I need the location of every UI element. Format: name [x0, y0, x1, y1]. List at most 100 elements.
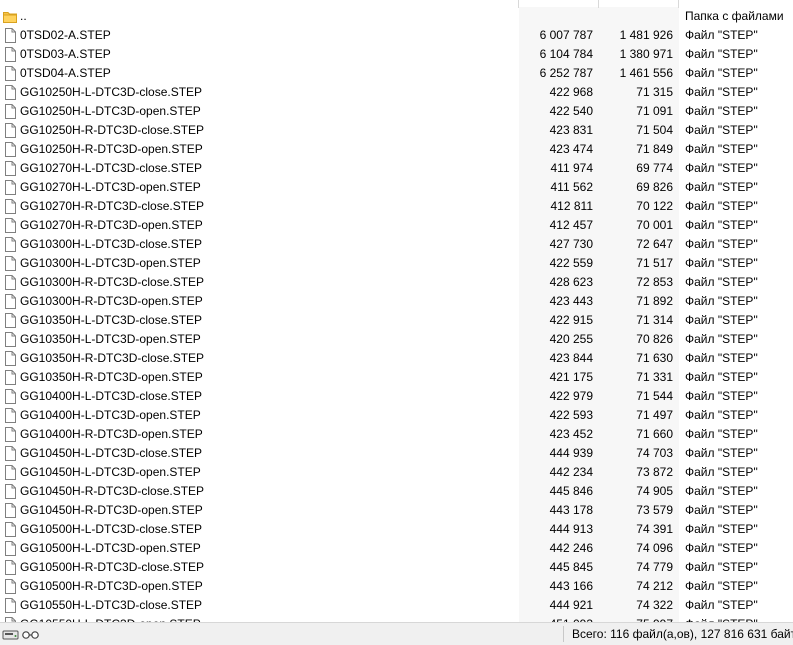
- file-packed-size: 71 331: [636, 370, 673, 384]
- file-name: GG10270H-L-DTC3D-close.STEP: [20, 161, 203, 175]
- file-packed-size: 71 630: [636, 351, 673, 365]
- file-type: Файл "STEP": [685, 66, 758, 80]
- file-name: GG10400H-L-DTC3D-close.STEP: [20, 389, 203, 403]
- file-type: Файл "STEP": [685, 446, 758, 460]
- file-name: GG10300H-L-DTC3D-close.STEP: [20, 237, 203, 251]
- file-icon: [5, 294, 16, 309]
- file-size: 443 178: [549, 503, 593, 517]
- file-type: Файл "STEP": [685, 427, 758, 441]
- file-type: Файл "STEP": [685, 370, 758, 384]
- file-type: Файл "STEP": [685, 598, 758, 612]
- file-row[interactable]: 0TSD02-A.STEP 6 007 787 1 481 926 Файл "STE…: [0, 26, 793, 45]
- file-row[interactable]: GG10350H-R-DTC3D-open.STEP 421 175 71 331 Ф…: [0, 368, 793, 387]
- file-row[interactable]: GG10270H-R-DTC3D-close.STEP 412 811 70 122…: [0, 197, 793, 216]
- file-row[interactable]: GG10550H-L-DTC3D-open.STEP 451 093 75 997 Ф…: [0, 615, 793, 622]
- file-name: GG10300H-L-DTC3D-open.STEP: [20, 256, 201, 270]
- file-row[interactable]: GG10500H-L-DTC3D-open.STEP 442 246 74 096 Ф…: [0, 539, 793, 558]
- file-row[interactable]: GG10270H-L-DTC3D-close.STEP 411 974 69 774…: [0, 159, 793, 178]
- file-row[interactable]: GG10450H-L-DTC3D-open.STEP 442 234 73 872 Ф…: [0, 463, 793, 482]
- file-name: GG10350H-R-DTC3D-close.STEP: [20, 351, 205, 365]
- file-type: Файл "STEP": [685, 142, 758, 156]
- file-type: Файл "STEP": [685, 351, 758, 365]
- file-row[interactable]: GG10270H-R-DTC3D-open.STEP 412 457 70 001 Ф…: [0, 216, 793, 235]
- file-name: GG10300H-R-DTC3D-open.STEP: [20, 294, 203, 308]
- file-packed-size: 71 660: [636, 427, 673, 441]
- file-packed-size: 71 315: [636, 85, 673, 99]
- file-size: 445 845: [549, 560, 593, 574]
- file-name: 0TSD04-A.STEP: [20, 66, 111, 80]
- file-icon: [5, 66, 16, 81]
- file-packed-size: 70 122: [636, 199, 673, 213]
- status-separator: [563, 626, 564, 642]
- file-row[interactable]: GG10300H-L-DTC3D-open.STEP 422 559 71 517 Ф…: [0, 254, 793, 273]
- file-row[interactable]: GG10350H-L-DTC3D-open.STEP 420 255 70 826 Ф…: [0, 330, 793, 349]
- file-size: 444 913: [549, 522, 593, 536]
- file-row[interactable]: GG10400H-L-DTC3D-open.STEP 422 593 71 497 Ф…: [0, 406, 793, 425]
- file-row[interactable]: GG10250H-R-DTC3D-open.STEP 423 474 71 849 Ф…: [0, 140, 793, 159]
- file-type: Файл "STEP": [685, 465, 758, 479]
- file-row[interactable]: GG10450H-R-DTC3D-open.STEP 443 178 73 579 Ф…: [0, 501, 793, 520]
- file-size: 444 921: [549, 598, 593, 612]
- status-summary: Всего: 116 файл(а,ов), 127 816 631 байт: [572, 627, 793, 641]
- file-row[interactable]: GG10500H-R-DTC3D-close.STEP 445 845 74 779…: [0, 558, 793, 577]
- file-size: 427 730: [549, 237, 593, 251]
- file-row[interactable]: GG10300H-R-DTC3D-close.STEP 428 623 72 853…: [0, 273, 793, 292]
- file-packed-size: 71 314: [636, 313, 673, 327]
- file-size: 422 915: [549, 313, 593, 327]
- file-row[interactable]: GG10450H-R-DTC3D-close.STEP 445 846 74 905…: [0, 482, 793, 501]
- file-type: Файл "STEP": [685, 218, 758, 232]
- file-row[interactable]: GG10400H-L-DTC3D-close.STEP 422 979 71 544…: [0, 387, 793, 406]
- file-packed-size: 74 212: [636, 579, 673, 593]
- file-name: GG10500H-R-DTC3D-open.STEP: [20, 579, 203, 593]
- file-packed-size: 71 544: [636, 389, 673, 403]
- file-size: 6 252 787: [539, 66, 593, 80]
- file-packed-size: 71 849: [636, 142, 673, 156]
- glasses-icon[interactable]: [22, 631, 39, 639]
- column-header-strip: [0, 0, 793, 7]
- file-icon: [5, 598, 16, 613]
- file-row[interactable]: GG10400H-R-DTC3D-open.STEP 423 452 71 660 Ф…: [0, 425, 793, 444]
- file-name: GG10270H-R-DTC3D-close.STEP: [20, 199, 205, 213]
- file-icon: [5, 332, 16, 347]
- file-type: Файл "STEP": [685, 237, 758, 251]
- drive-icon[interactable]: [2, 630, 19, 640]
- file-icon: [5, 408, 16, 423]
- file-packed-size: 1 380 971: [619, 47, 673, 61]
- file-row[interactable]: GG10450H-L-DTC3D-close.STEP 444 939 74 703…: [0, 444, 793, 463]
- file-icon: [5, 180, 16, 195]
- file-name: GG10450H-R-DTC3D-open.STEP: [20, 503, 203, 517]
- file-row[interactable]: GG10350H-L-DTC3D-close.STEP 422 915 71 314…: [0, 311, 793, 330]
- file-size: 423 474: [549, 142, 593, 156]
- file-row[interactable]: GG10300H-L-DTC3D-close.STEP 427 730 72 647…: [0, 235, 793, 254]
- file-name: GG10270H-L-DTC3D-open.STEP: [20, 180, 201, 194]
- file-name: GG10250H-R-DTC3D-close.STEP: [20, 123, 205, 137]
- file-row[interactable]: 0TSD04-A.STEP 6 252 787 1 461 556 Файл "STE…: [0, 64, 793, 83]
- file-name: GG10400H-R-DTC3D-open.STEP: [20, 427, 203, 441]
- file-size: 422 593: [549, 408, 593, 422]
- file-icon: [5, 104, 16, 119]
- file-size: 423 831: [549, 123, 593, 137]
- file-size: 412 457: [549, 218, 593, 232]
- file-packed-size: 74 779: [636, 560, 673, 574]
- file-type: Файл "STEP": [685, 484, 758, 498]
- file-row[interactable]: GG10250H-L-DTC3D-open.STEP 422 540 71 091 Ф…: [0, 102, 793, 121]
- file-icon: [5, 28, 16, 43]
- file-row[interactable]: 0TSD03-A.STEP 6 104 784 1 380 971 Файл "STE…: [0, 45, 793, 64]
- file-size: 423 443: [549, 294, 593, 308]
- file-row[interactable]: GG10350H-R-DTC3D-close.STEP 423 844 71 630…: [0, 349, 793, 368]
- parent-directory-row[interactable]: .. Папка с файлами: [0, 7, 793, 26]
- file-type: Файл "STEP": [685, 199, 758, 213]
- file-rows: .. Папка с файлами 0TSD02-A.STEP 6 007 78…: [0, 7, 793, 622]
- file-packed-size: 71 091: [636, 104, 673, 118]
- file-row[interactable]: GG10250H-R-DTC3D-close.STEP 423 831 71 504…: [0, 121, 793, 140]
- file-type: Файл "STEP": [685, 389, 758, 403]
- file-row[interactable]: GG10500H-R-DTC3D-open.STEP 443 166 74 212 Ф…: [0, 577, 793, 596]
- file-row[interactable]: GG10550H-L-DTC3D-close.STEP 444 921 74 322…: [0, 596, 793, 615]
- file-row[interactable]: GG10250H-L-DTC3D-close.STEP 422 968 71 315…: [0, 83, 793, 102]
- file-packed-size: 73 579: [636, 503, 673, 517]
- file-size: 451 093: [550, 615, 593, 622]
- file-row[interactable]: GG10300H-R-DTC3D-open.STEP 423 443 71 892 Ф…: [0, 292, 793, 311]
- file-row[interactable]: GG10270H-L-DTC3D-open.STEP 411 562 69 826 Ф…: [0, 178, 793, 197]
- file-row[interactable]: GG10500H-L-DTC3D-close.STEP 444 913 74 391…: [0, 520, 793, 539]
- file-list[interactable]: .. Папка с файлами 0TSD02-A.STEP 6 007 78…: [0, 0, 793, 622]
